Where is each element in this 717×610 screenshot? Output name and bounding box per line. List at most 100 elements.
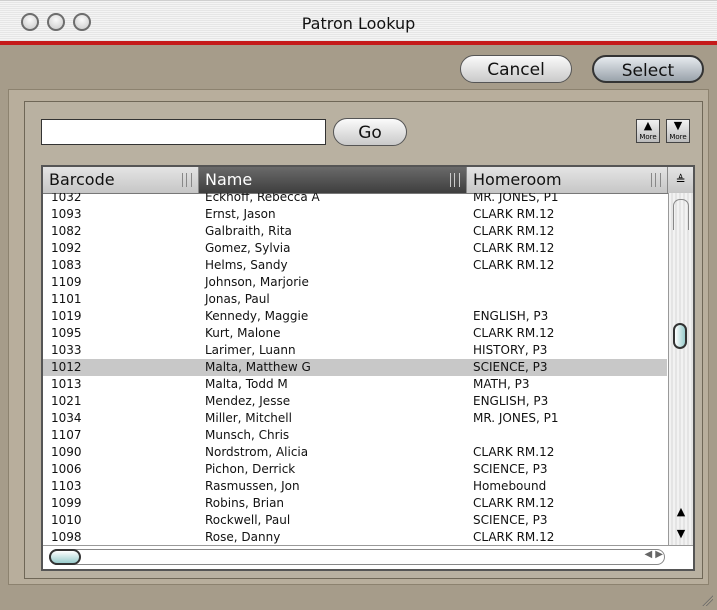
- table-row[interactable]: 1099 Robins, Brian CLARK RM.12: [43, 495, 667, 512]
- table-row[interactable]: 1095 Kurt, Malone CLARK RM.12: [43, 325, 667, 342]
- cell-homeroom: Homebound: [473, 479, 547, 493]
- cell-name: Malta, Matthew G: [205, 360, 311, 374]
- select-button[interactable]: Select: [592, 55, 704, 83]
- sort-direction-icon[interactable]: ≜: [668, 167, 693, 193]
- cell-name: Nordstrom, Alicia: [205, 445, 309, 459]
- horizontal-scroll-thumb[interactable]: [49, 549, 81, 565]
- cell-barcode: 1098: [51, 530, 82, 544]
- horizontal-scrollbar[interactable]: ◀ ▶: [43, 545, 693, 569]
- cell-name: Pichon, Derrick: [205, 462, 296, 476]
- cell-homeroom: CLARK RM.12: [473, 445, 555, 459]
- window-title: Patron Lookup: [301, 14, 416, 33]
- more-up-label: More: [639, 133, 657, 141]
- more-down-label: More: [669, 133, 687, 141]
- cell-homeroom: MATH, P3: [473, 377, 530, 391]
- column-resize-grip-icon[interactable]: [182, 173, 192, 187]
- cell-name: Munsch, Chris: [205, 428, 290, 442]
- cell-name: Gomez, Sylvia: [205, 241, 291, 255]
- search-input[interactable]: [41, 119, 326, 145]
- horizontal-scroll-track: [49, 549, 665, 565]
- more-down-button[interactable]: ▼ More: [666, 119, 690, 143]
- table-row[interactable]: 1033 Larimer, Luann HISTORY, P3: [43, 342, 667, 359]
- cell-homeroom: CLARK RM.12: [473, 530, 555, 544]
- cell-name: Ernst, Jason: [205, 207, 276, 221]
- cell-name: Mendez, Jesse: [205, 394, 291, 408]
- scroll-down-arrow-icon[interactable]: ▼: [669, 523, 693, 545]
- table-row[interactable]: 1006 Pichon, Derrick SCIENCE, P3: [43, 461, 667, 478]
- cell-barcode: 1092: [51, 241, 82, 255]
- cell-barcode: 1013: [51, 377, 82, 391]
- arrow-down-icon: ▼: [673, 119, 683, 132]
- column-header-name[interactable]: Name: [199, 167, 467, 193]
- scroll-up-arrow-icon[interactable]: ▲: [669, 501, 693, 523]
- cell-homeroom: CLARK RM.12: [473, 224, 555, 238]
- table-row[interactable]: 1013 Malta, Todd M MATH, P3: [43, 376, 667, 393]
- cell-name: Johnson, Marjorie: [205, 275, 309, 289]
- table-row[interactable]: 1093 Ernst, Jason CLARK RM.12: [43, 206, 667, 223]
- cell-barcode: 1090: [51, 445, 82, 459]
- scroll-arrows: ▲ ▼: [669, 501, 693, 545]
- cell-homeroom: CLARK RM.12: [473, 258, 555, 272]
- cell-name: Larimer, Luann: [205, 343, 296, 357]
- table-header: Barcode Name Homeroom ≜: [43, 167, 693, 194]
- table-row[interactable]: 1034 Miller, Mitchell MR. JONES, P1: [43, 410, 667, 427]
- cell-homeroom: CLARK RM.12: [473, 326, 555, 340]
- cell-homeroom: SCIENCE, P3: [473, 360, 548, 374]
- cell-barcode: 1099: [51, 496, 82, 510]
- column-resize-grip-icon[interactable]: [450, 173, 460, 187]
- table-row[interactable]: 1107 Munsch, Chris: [43, 427, 667, 444]
- cell-homeroom: CLARK RM.12: [473, 241, 555, 255]
- cell-name: Galbraith, Rita: [205, 224, 292, 238]
- title-bar[interactable]: Patron Lookup: [0, 1, 717, 45]
- go-button[interactable]: Go: [333, 118, 407, 146]
- cell-homeroom: SCIENCE, P3: [473, 513, 548, 527]
- vertical-scroll-thumb[interactable]: [673, 323, 687, 349]
- table-row[interactable]: 1101 Jonas, Paul: [43, 291, 667, 308]
- vertical-scrollbar[interactable]: ▲ ▼: [668, 193, 693, 545]
- table-row[interactable]: 1019 Kennedy, Maggie ENGLISH, P3: [43, 308, 667, 325]
- cell-barcode: 1095: [51, 326, 82, 340]
- cell-barcode: 1107: [51, 428, 82, 442]
- table-row[interactable]: 1103 Rasmussen, Jon Homebound: [43, 478, 667, 495]
- cell-barcode: 1082: [51, 224, 82, 238]
- cell-name: Jonas, Paul: [205, 292, 270, 306]
- cell-homeroom: ENGLISH, P3: [473, 309, 549, 323]
- cell-barcode: 1093: [51, 207, 82, 221]
- table-row[interactable]: 1090 Nordstrom, Alicia CLARK RM.12: [43, 444, 667, 461]
- cell-barcode: 1010: [51, 513, 82, 527]
- resize-grip-icon[interactable]: [701, 594, 713, 606]
- cell-name: Kennedy, Maggie: [205, 309, 309, 323]
- column-header-barcode[interactable]: Barcode: [43, 167, 199, 193]
- table-row[interactable]: 1032 Eckhoff, Rebecca A MR. JONES, P1: [43, 193, 667, 206]
- table-row[interactable]: 1082 Galbraith, Rita CLARK RM.12: [43, 223, 667, 240]
- cancel-button[interactable]: Cancel: [460, 55, 572, 83]
- cell-barcode: 1012: [51, 360, 82, 374]
- table-row[interactable]: 1021 Mendez, Jesse ENGLISH, P3: [43, 393, 667, 410]
- arrow-up-icon: ▲: [643, 119, 653, 132]
- horizontal-scroll-arrows-icon[interactable]: ◀ ▶: [644, 549, 663, 560]
- column-header-label: Homeroom: [473, 170, 562, 189]
- cell-name: Helms, Sandy: [205, 258, 288, 272]
- more-up-button[interactable]: ▲ More: [636, 119, 660, 143]
- table-row[interactable]: 1012 Malta, Matthew G SCIENCE, P3: [43, 359, 667, 376]
- cell-name: Rose, Danny: [205, 530, 281, 544]
- cell-barcode: 1083: [51, 258, 82, 272]
- button-bar: Cancel Select: [0, 45, 717, 89]
- cell-barcode: 1033: [51, 343, 82, 357]
- table-body: 1032 Eckhoff, Rebecca A MR. JONES, P1 1093 E…: [43, 193, 667, 545]
- cell-name: Eckhoff, Rebecca A: [205, 193, 320, 204]
- table-row[interactable]: 1092 Gomez, Sylvia CLARK RM.12: [43, 240, 667, 257]
- cell-barcode: 1021: [51, 394, 82, 408]
- column-header-homeroom[interactable]: Homeroom: [467, 167, 668, 193]
- cell-homeroom: MR. JONES, P1: [473, 193, 559, 204]
- patron-table: Barcode Name Homeroom ≜ 1032 Eckhoff, Reb…: [41, 165, 695, 571]
- cell-name: Miller, Mitchell: [205, 411, 292, 425]
- cell-barcode: 1006: [51, 462, 82, 476]
- cell-homeroom: MR. JONES, P1: [473, 411, 559, 425]
- table-row[interactable]: 1083 Helms, Sandy CLARK RM.12: [43, 257, 667, 274]
- table-row[interactable]: 1010 Rockwell, Paul SCIENCE, P3: [43, 512, 667, 529]
- table-row[interactable]: 1109 Johnson, Marjorie: [43, 274, 667, 291]
- column-resize-grip-icon[interactable]: [651, 173, 661, 187]
- table-row[interactable]: 1098 Rose, Danny CLARK RM.12: [43, 529, 667, 545]
- cell-name: Rasmussen, Jon: [205, 479, 300, 493]
